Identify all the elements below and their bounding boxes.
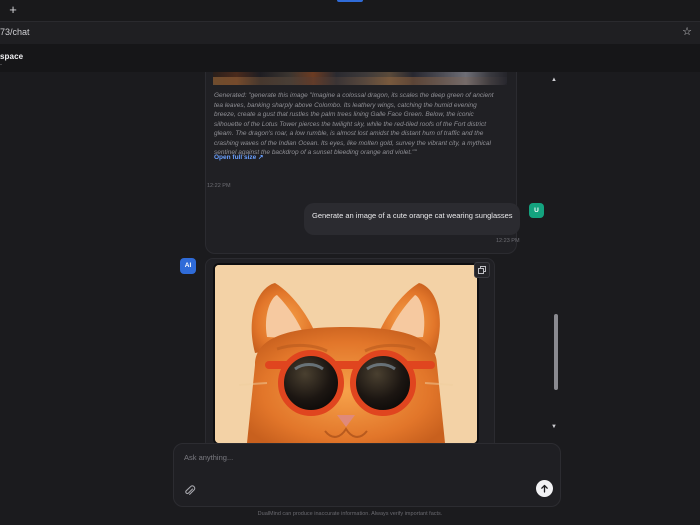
new-tab-button[interactable]: + xyxy=(6,3,20,17)
attach-button[interactable] xyxy=(184,484,196,496)
user-message-text: Generate an image of a cute orange cat w… xyxy=(312,211,513,220)
open-full-size-link[interactable]: Open full size ↗ xyxy=(214,153,264,161)
send-button[interactable] xyxy=(536,480,553,497)
ai-avatar: AI xyxy=(180,258,196,274)
user-avatar: U xyxy=(529,203,544,218)
app-header xyxy=(0,44,700,72)
copy-image-button[interactable] xyxy=(474,262,490,278)
workspace-subtitle: - xyxy=(0,62,2,68)
arrow-up-icon xyxy=(541,484,548,493)
chat-area: Generated: "generate this image "Imagine… xyxy=(0,72,700,525)
composer: Ask anything... xyxy=(173,443,561,507)
url-text[interactable]: 73/chat xyxy=(0,27,30,37)
message-timestamp: 12:23 PM xyxy=(496,238,520,244)
scrollbar-thumb[interactable] xyxy=(554,314,558,390)
scroll-up-icon[interactable]: ▲ xyxy=(551,77,557,83)
disclaimer-text: DualMind can produce inaccurate informat… xyxy=(257,511,443,517)
user-message-bubble: Generate an image of a cute orange cat w… xyxy=(304,203,520,235)
dragon-city-image[interactable] xyxy=(213,72,507,85)
scroll-down-icon[interactable]: ▼ xyxy=(551,424,557,430)
cat-image[interactable] xyxy=(213,263,479,445)
generation-caption: Generated: "generate this image "Imagine… xyxy=(214,92,494,156)
browser-tabstrip: + xyxy=(0,0,700,21)
generated-image-card xyxy=(205,258,495,450)
message-input[interactable]: Ask anything... xyxy=(184,453,233,462)
star-icon[interactable]: ☆ xyxy=(682,25,692,38)
cat-illustration xyxy=(215,265,477,443)
message-timestamp: 12:22 PM xyxy=(207,183,231,189)
plus-icon: + xyxy=(9,2,17,17)
workspace-title: space xyxy=(0,52,24,61)
copy-icon xyxy=(478,266,486,274)
address-bar[interactable]: 73/chat ☆ xyxy=(0,21,700,45)
active-tab-indicator xyxy=(337,0,363,2)
paperclip-icon xyxy=(185,485,196,495)
